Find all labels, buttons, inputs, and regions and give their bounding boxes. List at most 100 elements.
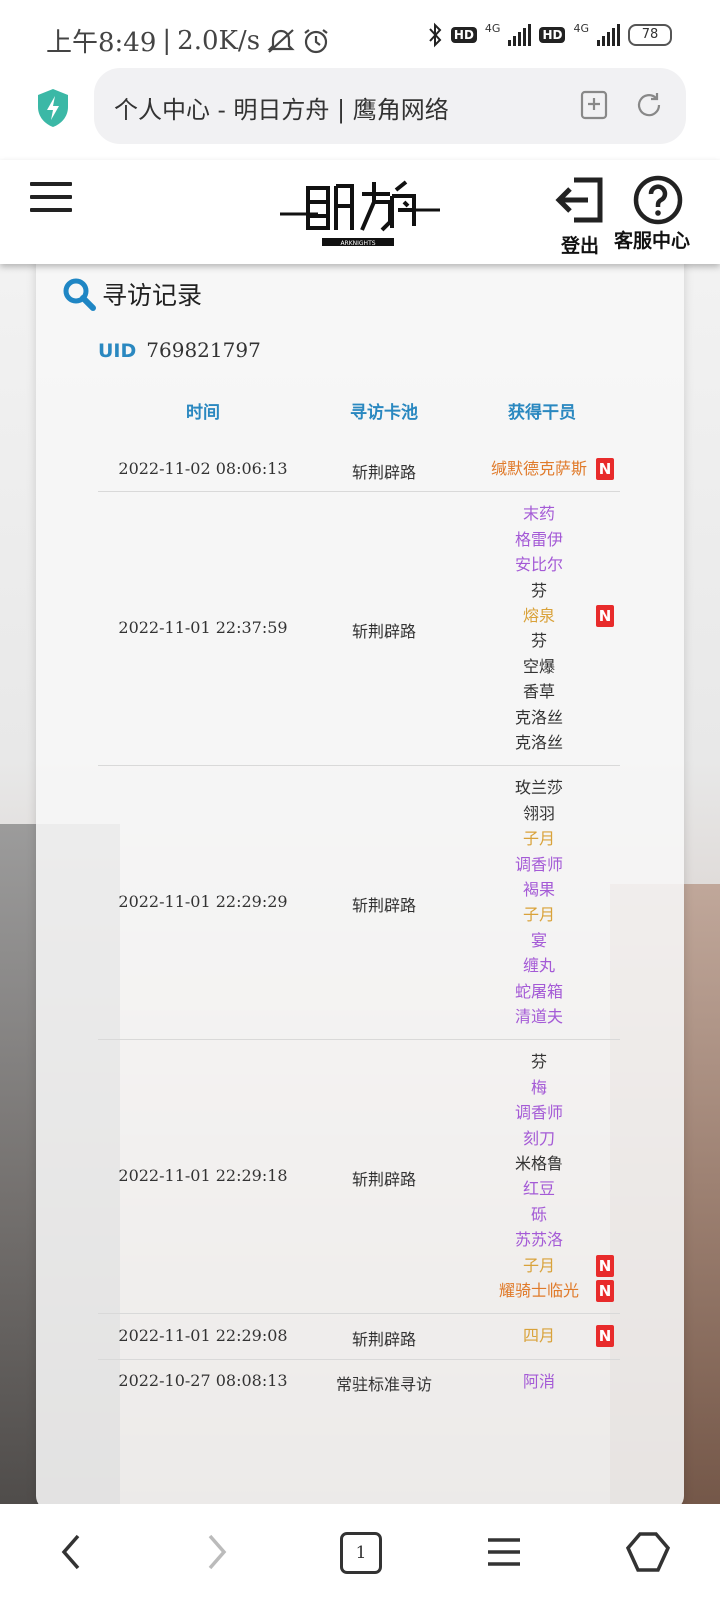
operator-item: 缄默德克萨斯 N <box>464 456 614 481</box>
table-row: 2022-11-02 08:06:13 斩荆辟路 缄默德克萨斯 N <box>98 446 620 493</box>
uid-value: 769821797 <box>146 338 261 362</box>
uid-label: UID <box>98 340 137 362</box>
operator-item: 红豆 <box>464 1176 614 1201</box>
new-badge: N <box>596 1279 614 1302</box>
operator-name: 梅 <box>530 1077 547 1097</box>
mute-icon <box>267 28 295 53</box>
operator-item: 子月 <box>464 826 614 851</box>
logout-button[interactable]: 登出 <box>554 174 606 258</box>
site-header: ARKNIGHTS 登出 客服中心 <box>0 160 720 264</box>
address-text[interactable]: 个人中心 - 明日方舟 | 鹰角网络 <box>114 90 449 125</box>
operator-name: 子月 <box>522 1255 555 1275</box>
record-pool: 斩荆辟路 <box>351 462 416 482</box>
operator-name: 芬 <box>530 580 547 600</box>
uid-row: UID 769821797 <box>98 338 261 362</box>
status-bar: 上午8:49 | 2.0K/s HD 4G HD 4G 78 <box>0 0 720 78</box>
network-4g: 4G <box>484 22 501 35</box>
operator-item: 香草 <box>464 679 614 704</box>
operator-item: 苏苏洛 <box>464 1227 614 1252</box>
record-time: 2022-11-01 22:29:29 <box>118 892 288 912</box>
operator-item: 宴 <box>464 928 614 953</box>
tabs-button[interactable]: 1 <box>338 1530 382 1574</box>
operator-name: 清道夫 <box>514 1006 563 1026</box>
table-row: 2022-11-01 22:29:29 斩荆辟路 玫兰莎 翎羽 子月 调香师 褐果 子月宴缠丸… <box>98 765 620 1041</box>
new-badge: N <box>596 1254 614 1277</box>
table-row: 2022-10-27 08:08:13 常驻标准寻访 阿消 <box>98 1359 620 1404</box>
operator-item: 耀骑士临光 N <box>464 1278 614 1303</box>
arknights-logo[interactable]: ARKNIGHTS <box>278 172 442 252</box>
bottom-nav: 1 <box>0 1504 720 1600</box>
operator-name: 褐果 <box>522 879 555 899</box>
operator-item: 克洛丝 <box>464 730 614 755</box>
operator-name: 苏苏洛 <box>514 1230 563 1250</box>
operator-item: 子月 N <box>464 1253 614 1278</box>
operator-name: 安比尔 <box>514 555 563 575</box>
operator-item: 芬 <box>464 578 614 603</box>
operator-item: 米格鲁 <box>464 1151 614 1176</box>
operator-item: 四月 N <box>464 1323 614 1348</box>
status-left: 上午8:49 | 2.0K/s <box>46 22 330 59</box>
bookmark-add-icon[interactable] <box>580 90 608 120</box>
home-icon[interactable] <box>626 1530 670 1574</box>
operator-list: 四月 N <box>464 1323 614 1348</box>
security-shield-icon[interactable] <box>36 88 70 128</box>
operator-name: 玫兰莎 <box>514 778 563 798</box>
operator-name: 熔泉 <box>522 605 555 625</box>
operator-name: 芬 <box>530 1052 547 1072</box>
address-bar[interactable]: 个人中心 - 明日方舟 | 鹰角网络 <box>94 68 686 144</box>
operator-item: 熔泉 N <box>464 603 614 628</box>
record-pool: 斩荆辟路 <box>351 896 416 916</box>
operator-item: 清道夫 <box>464 1004 614 1029</box>
operator-name: 缠丸 <box>522 956 555 976</box>
operator-name: 砾 <box>530 1204 547 1224</box>
record-time: 2022-11-01 22:29:08 <box>118 1326 288 1346</box>
operator-list: 阿消 <box>464 1369 614 1394</box>
menu-lines-icon[interactable] <box>482 1530 526 1574</box>
operator-item: 芬 <box>464 1049 614 1074</box>
operator-name: 香草 <box>522 682 555 702</box>
record-time: 2022-11-02 08:06:13 <box>118 458 288 478</box>
col-time: 时间 <box>186 403 220 423</box>
help-icon <box>633 175 683 225</box>
record-pool: 斩荆辟路 <box>351 1330 416 1350</box>
pull-history-card: 寻访记录 UID 769821797 时间 寻访卡池 获得干员 2022-11-… <box>36 250 684 1510</box>
operator-item: 梅 <box>464 1075 614 1100</box>
record-time: 2022-11-01 22:29:18 <box>118 1166 288 1186</box>
operator-name: 调香师 <box>514 1103 563 1123</box>
record-time: 2022-10-27 08:08:13 <box>118 1371 288 1391</box>
operator-item: 刻刀 <box>464 1126 614 1151</box>
operator-list: 玫兰莎 翎羽 子月 调香师 褐果 子月宴缠丸 蛇屠箱 清道夫 <box>464 775 614 1029</box>
operator-item: 玫兰莎 <box>464 775 614 800</box>
card-title-text: 寻访记录 <box>102 281 203 310</box>
logout-icon <box>555 177 603 223</box>
card-title: 寻访记录 <box>62 276 202 312</box>
new-badge: N <box>596 458 614 480</box>
bluetooth-icon <box>429 22 442 48</box>
menu-icon[interactable] <box>30 182 72 214</box>
logout-label: 登出 <box>560 235 599 257</box>
operator-name: 克洛丝 <box>514 732 563 752</box>
back-icon[interactable] <box>50 1530 94 1574</box>
refresh-icon[interactable] <box>634 90 664 120</box>
operator-item: 芬 <box>464 628 614 653</box>
operator-name: 调香师 <box>514 854 563 874</box>
col-operators: 获得干员 <box>508 403 576 423</box>
forward-icon[interactable] <box>194 1530 238 1574</box>
operator-name: 缄默德克萨斯 <box>490 459 587 478</box>
support-button[interactable]: 客服中心 <box>614 174 690 253</box>
operator-name: 子月 <box>522 829 555 849</box>
operator-name: 阿消 <box>522 1371 555 1391</box>
operator-list: 缄默德克萨斯 N <box>464 456 614 481</box>
operator-name: 翎羽 <box>522 803 555 823</box>
operator-name: 芬 <box>530 631 547 651</box>
operator-item: 蛇屠箱 <box>464 979 614 1004</box>
record-pool: 斩荆辟路 <box>351 1170 416 1190</box>
support-label: 客服中心 <box>614 230 691 252</box>
operator-list: 末药 格雷伊 安比尔芬熔泉 N 芬空爆 香草 克洛丝 克洛丝 <box>464 501 614 755</box>
hd-badge: HD <box>450 27 477 43</box>
operator-item: 阿消 <box>464 1369 614 1394</box>
operator-name: 米格鲁 <box>514 1153 563 1173</box>
record-pool: 常驻标准寻访 <box>335 1375 432 1395</box>
operator-name: 蛇屠箱 <box>514 981 563 1001</box>
network-4g-2: 4G <box>573 22 589 35</box>
